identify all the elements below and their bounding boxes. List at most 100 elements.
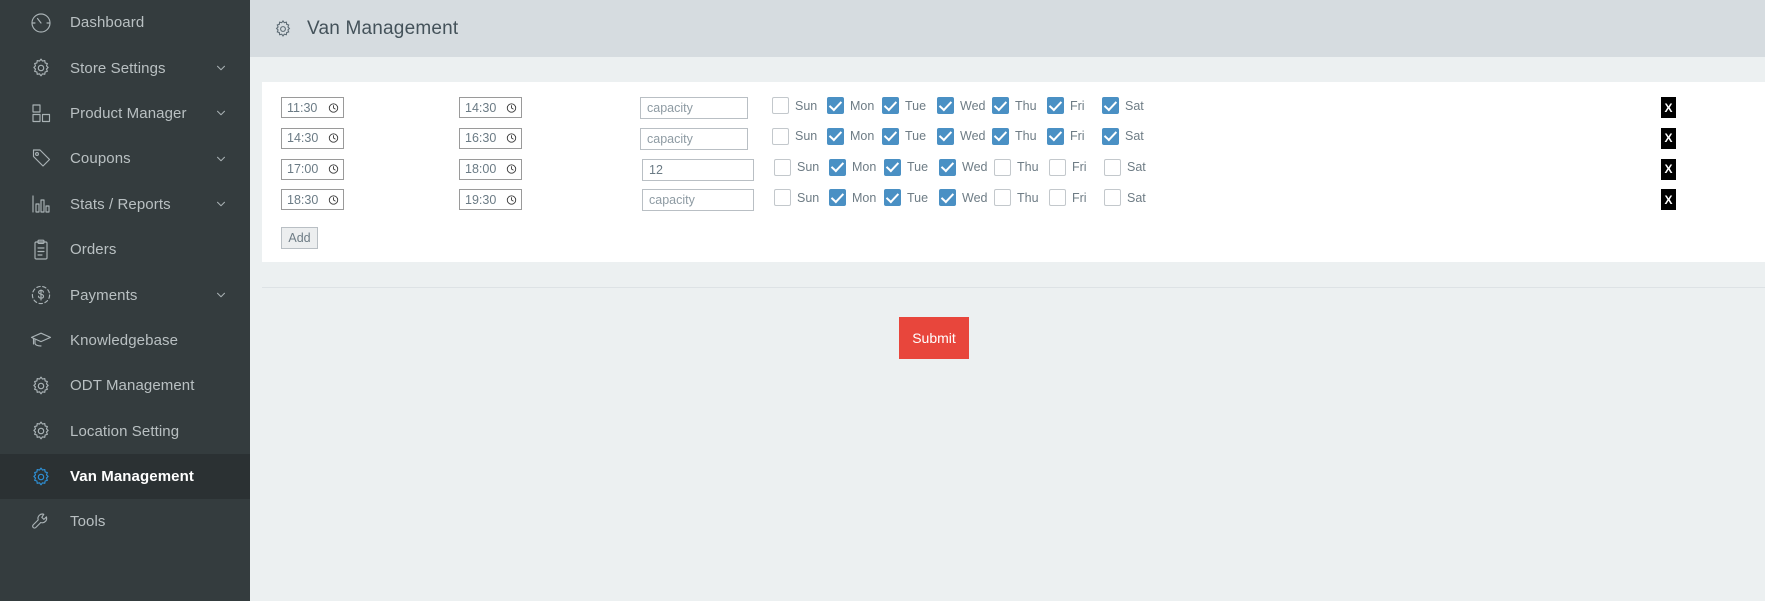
day-checkbox-sat[interactable]: Sat: [1104, 158, 1155, 176]
day-checkbox-fri[interactable]: Fri: [1047, 127, 1098, 145]
day-checkbox-sat[interactable]: Sat: [1104, 189, 1155, 207]
day-checkbox-mon[interactable]: Mon: [829, 158, 880, 176]
day-checkbox-wed[interactable]: Wed: [939, 158, 990, 176]
end-time-input[interactable]: 19:30: [459, 189, 522, 211]
checkbox-box[interactable]: [827, 127, 844, 145]
day-checkbox-fri[interactable]: Fri: [1049, 158, 1100, 176]
chevron-down-icon[interactable]: [214, 106, 228, 120]
checkbox-box[interactable]: [939, 158, 956, 176]
day-checkbox-wed[interactable]: Wed: [937, 127, 988, 145]
checkbox-box[interactable]: [774, 189, 791, 207]
checkbox-box[interactable]: [994, 189, 1011, 207]
day-checkbox-tue[interactable]: Tue: [884, 189, 935, 207]
checkbox-box[interactable]: [829, 158, 846, 176]
clock-icon[interactable]: [506, 133, 517, 144]
checkbox-box[interactable]: [882, 127, 899, 145]
day-checkbox-fri[interactable]: Fri: [1047, 97, 1098, 114]
checkbox-box[interactable]: [1102, 97, 1119, 114]
day-checkbox-sun[interactable]: Sun: [772, 127, 823, 145]
submit-button[interactable]: Submit: [899, 317, 969, 359]
day-checkbox-thu[interactable]: Thu: [994, 189, 1045, 207]
day-checkbox-sun[interactable]: Sun: [772, 97, 823, 114]
day-checkbox-wed[interactable]: Wed: [939, 189, 990, 207]
clock-icon[interactable]: [328, 133, 339, 144]
checkbox-box[interactable]: [1049, 158, 1066, 176]
delete-row-button[interactable]: X: [1661, 158, 1676, 180]
checkbox-box[interactable]: [884, 189, 901, 207]
clock-icon[interactable]: [328, 102, 339, 113]
day-checkbox-mon[interactable]: Mon: [827, 97, 878, 114]
sidebar-item-location-setting[interactable]: Location Setting: [0, 409, 250, 454]
checkbox-box[interactable]: [992, 127, 1009, 145]
day-checkbox-tue[interactable]: Tue: [882, 97, 933, 114]
checkbox-box[interactable]: [1102, 127, 1119, 145]
day-checkbox-wed[interactable]: Wed: [937, 97, 988, 114]
sidebar-item-odt-management[interactable]: ODT Management: [0, 363, 250, 408]
sidebar-item-tools[interactable]: Tools: [0, 499, 250, 544]
checkbox-box[interactable]: [937, 97, 954, 114]
day-checkbox-sat[interactable]: Sat: [1102, 97, 1153, 114]
clock-icon[interactable]: [328, 194, 339, 205]
start-time-input[interactable]: 17:00: [281, 158, 344, 180]
end-time-input[interactable]: 14:30: [459, 97, 522, 118]
day-checkbox-sun[interactable]: Sun: [774, 189, 825, 207]
chevron-down-icon[interactable]: [214, 152, 228, 166]
start-time-input[interactable]: 14:30: [281, 127, 344, 149]
day-checkbox-mon[interactable]: Mon: [829, 189, 880, 207]
sidebar-item-product-manager[interactable]: Product Manager: [0, 91, 250, 136]
capacity-input[interactable]: capacity: [640, 127, 748, 150]
day-checkbox-tue[interactable]: Tue: [884, 158, 935, 176]
add-row-button[interactable]: Add: [281, 227, 318, 250]
sidebar-item-stats-reports[interactable]: Stats / Reports: [0, 182, 250, 227]
delete-row-button[interactable]: X: [1661, 189, 1676, 211]
sidebar-item-label: Orders: [70, 241, 117, 259]
checkbox-box[interactable]: [1104, 189, 1121, 207]
checkbox-box[interactable]: [1047, 127, 1064, 145]
checkbox-box[interactable]: [992, 97, 1009, 114]
chevron-down-icon[interactable]: [214, 288, 228, 302]
checkbox-box[interactable]: [1049, 189, 1066, 207]
clock-icon[interactable]: [506, 102, 517, 113]
delete-row-button[interactable]: X: [1661, 127, 1676, 149]
sidebar-item-payments[interactable]: Payments: [0, 272, 250, 317]
day-checkbox-thu[interactable]: Thu: [994, 158, 1045, 176]
checkbox-box[interactable]: [1047, 97, 1064, 114]
checkbox-box[interactable]: [829, 189, 846, 207]
start-time-input[interactable]: 11:30: [281, 97, 344, 118]
checkbox-box[interactable]: [882, 97, 899, 114]
checkbox-box[interactable]: [994, 158, 1011, 176]
sidebar-item-knowledgebase[interactable]: Knowledgebase: [0, 318, 250, 363]
day-checkbox-thu[interactable]: Thu: [992, 97, 1043, 114]
day-checkbox-sun[interactable]: Sun: [774, 158, 825, 176]
checkbox-box[interactable]: [772, 127, 789, 145]
capacity-input[interactable]: capacity: [642, 189, 754, 212]
day-checkbox-tue[interactable]: Tue: [882, 127, 933, 145]
checkbox-box[interactable]: [1104, 158, 1121, 176]
clock-icon[interactable]: [506, 164, 517, 175]
sidebar-item-orders[interactable]: Orders: [0, 227, 250, 272]
sidebar-item-coupons[interactable]: Coupons: [0, 136, 250, 181]
capacity-input[interactable]: 12: [642, 158, 754, 181]
end-time-input[interactable]: 16:30: [459, 127, 522, 149]
sidebar-item-dashboard[interactable]: Dashboard: [0, 0, 250, 45]
sidebar-item-van-management[interactable]: Van Management: [0, 453, 250, 500]
clock-icon[interactable]: [328, 164, 339, 175]
day-checkbox-fri[interactable]: Fri: [1049, 189, 1100, 207]
day-checkbox-sat[interactable]: Sat: [1102, 127, 1153, 145]
checkbox-box[interactable]: [774, 158, 791, 176]
delete-row-button[interactable]: X: [1661, 97, 1676, 118]
chevron-down-icon[interactable]: [214, 197, 228, 211]
capacity-input[interactable]: capacity: [640, 97, 748, 119]
chevron-down-icon[interactable]: [214, 61, 228, 75]
day-checkbox-mon[interactable]: Mon: [827, 127, 878, 145]
checkbox-box[interactable]: [827, 97, 844, 114]
end-time-input[interactable]: 18:00: [459, 158, 522, 180]
day-checkbox-thu[interactable]: Thu: [992, 127, 1043, 145]
sidebar-item-store-settings[interactable]: Store Settings: [0, 45, 250, 90]
start-time-input[interactable]: 18:30: [281, 189, 344, 211]
clock-icon[interactable]: [506, 194, 517, 205]
checkbox-box[interactable]: [884, 158, 901, 176]
checkbox-box[interactable]: [772, 97, 789, 114]
checkbox-box[interactable]: [937, 127, 954, 145]
checkbox-box[interactable]: [939, 189, 956, 207]
